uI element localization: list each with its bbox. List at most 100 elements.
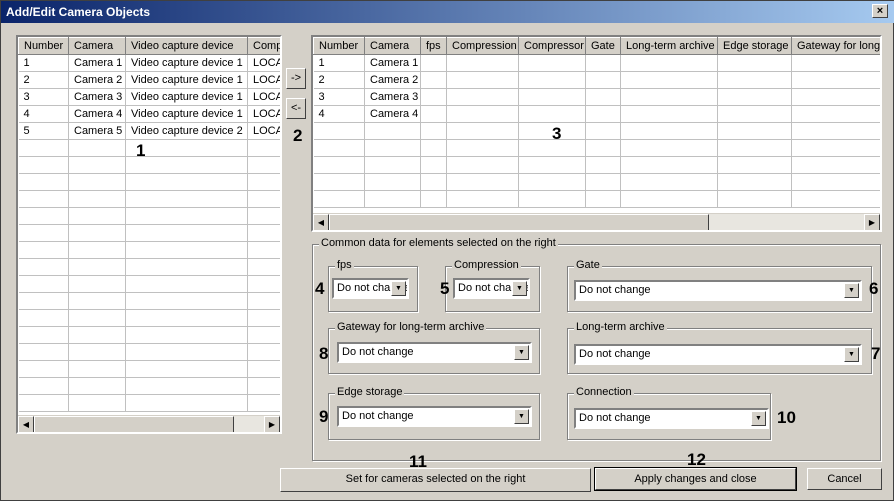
fps-select[interactable]: Do not change ▼ [332, 278, 409, 299]
table-cell: LOCAL [247, 54, 280, 72]
table-row[interactable] [18, 207, 280, 225]
available-cameras-grid[interactable]: NumberCameraVideo capture deviceComputer… [16, 35, 282, 434]
table-cell [68, 309, 126, 327]
scroll-right-icon[interactable]: ▶ [864, 214, 880, 230]
table-cell: Video capture device 1 [125, 54, 248, 72]
column-header[interactable]: Camera [364, 37, 421, 55]
column-header[interactable]: Number [18, 37, 69, 55]
column-header[interactable]: Edge storage [717, 37, 792, 55]
column-header[interactable]: Gateway for long-term archive [791, 37, 880, 55]
left-horizontal-scrollbar[interactable]: ◀ ▶ [18, 415, 280, 432]
table-row[interactable]: 2Camera 2Video capture device 1LOCAL [18, 71, 280, 89]
table-cell [68, 292, 126, 310]
edge-storage-select[interactable]: Do not change ▼ [337, 406, 532, 427]
table-cell [620, 139, 718, 157]
window-title: Add/Edit Camera Objects [6, 5, 151, 19]
chevron-down-icon[interactable]: ▼ [391, 281, 406, 296]
table-row[interactable] [18, 309, 280, 327]
table-row[interactable] [313, 139, 880, 157]
table-row[interactable] [313, 190, 880, 208]
table-row[interactable]: 3Camera 3Video capture device 1LOCAL [18, 88, 280, 106]
table-cell [717, 173, 792, 191]
table-row[interactable] [313, 122, 880, 140]
cancel-button[interactable]: Cancel [807, 468, 882, 490]
add-camera-button[interactable]: -> [286, 68, 306, 89]
table-row[interactable] [18, 326, 280, 344]
table-row[interactable] [18, 173, 280, 191]
table-cell [446, 173, 519, 191]
table-cell: 1 [18, 54, 69, 72]
table-cell [620, 71, 718, 89]
table-row[interactable]: 4 Camera 4 [313, 105, 880, 123]
table-row[interactable] [18, 343, 280, 361]
table-row[interactable] [18, 360, 280, 378]
scroll-right-icon[interactable]: ▶ [264, 416, 280, 432]
table-row[interactable] [18, 258, 280, 276]
compression-select[interactable]: Do not change ▼ [453, 278, 530, 299]
table-row[interactable] [18, 275, 280, 293]
table-row[interactable] [18, 241, 280, 259]
table-row[interactable] [18, 377, 280, 395]
table-cell [420, 139, 447, 157]
common-data-title: Common data for elements selected on the… [319, 237, 558, 249]
set-for-selected-button[interactable]: Set for cameras selected on the right [280, 468, 591, 492]
table-row[interactable] [18, 156, 280, 174]
table-row[interactable]: 4Camera 4Video capture device 1LOCAL [18, 105, 280, 123]
table-cell [620, 190, 718, 208]
table-row[interactable]: 3 Camera 3 [313, 88, 880, 106]
table-row[interactable]: 2 Camera 2 [313, 71, 880, 89]
table-row[interactable] [18, 292, 280, 310]
gateway-select[interactable]: Do not change ▼ [337, 342, 532, 363]
annotation-10: 10 [777, 408, 796, 427]
table-row[interactable] [313, 173, 880, 191]
gate-select[interactable]: Do not change ▼ [574, 280, 862, 301]
table-cell: Camera 4 [364, 105, 421, 123]
remove-camera-button[interactable]: <- [286, 98, 306, 119]
annotation-2: 2 [293, 126, 303, 145]
table-row[interactable]: 5Camera 5Video capture device 2LOCAL [18, 122, 280, 140]
chevron-down-icon[interactable]: ▼ [514, 345, 529, 360]
connection-label: Connection [574, 386, 634, 398]
table-cell [313, 190, 365, 208]
chevron-down-icon[interactable]: ▼ [844, 283, 859, 298]
table-cell [247, 207, 280, 225]
table-row[interactable] [18, 139, 280, 157]
chevron-down-icon[interactable]: ▼ [514, 409, 529, 424]
table-cell [18, 377, 69, 395]
table-row[interactable]: 1Camera 1Video capture device 1LOCAL [18, 54, 280, 72]
table-row[interactable] [18, 394, 280, 412]
selected-cameras-grid[interactable]: Number Camera fps Compression Compressor Gate… [311, 35, 882, 232]
chevron-down-icon[interactable]: ▼ [844, 347, 859, 362]
scroll-left-icon[interactable]: ◀ [18, 416, 34, 432]
column-header[interactable]: Long-term archive [620, 37, 718, 55]
chevron-down-icon[interactable]: ▼ [751, 411, 766, 426]
table-row[interactable] [18, 190, 280, 208]
table-row[interactable]: 1 Camera 1 [313, 54, 880, 72]
table-cell [247, 241, 280, 259]
longterm-archive-select[interactable]: Do not change ▼ [574, 344, 862, 365]
column-header[interactable]: Gate [585, 37, 621, 55]
table-row[interactable] [18, 224, 280, 242]
column-header[interactable]: Compressor [518, 37, 586, 55]
scroll-thumb[interactable] [329, 214, 709, 230]
column-header[interactable]: fps [420, 37, 447, 55]
column-header[interactable]: Compression [446, 37, 519, 55]
table-cell [446, 122, 519, 140]
close-button[interactable]: × [872, 4, 888, 18]
chevron-down-icon[interactable]: ▼ [512, 281, 527, 296]
scroll-thumb[interactable] [34, 416, 234, 432]
column-header[interactable]: Number [313, 37, 365, 55]
column-header[interactable]: Video capture device [125, 37, 248, 55]
table-cell [585, 173, 621, 191]
table-cell [247, 377, 280, 395]
table-cell [717, 190, 792, 208]
right-horizontal-scrollbar[interactable]: ◀ ▶ [313, 213, 880, 230]
table-cell [68, 241, 126, 259]
apply-and-close-button[interactable]: Apply changes and close [594, 467, 797, 491]
column-header[interactable]: Computer [247, 37, 280, 55]
table-cell [717, 71, 792, 89]
table-row[interactable] [313, 156, 880, 174]
connection-select[interactable]: Do not change ▼ [574, 408, 769, 429]
scroll-left-icon[interactable]: ◀ [313, 214, 329, 230]
column-header[interactable]: Camera [68, 37, 126, 55]
